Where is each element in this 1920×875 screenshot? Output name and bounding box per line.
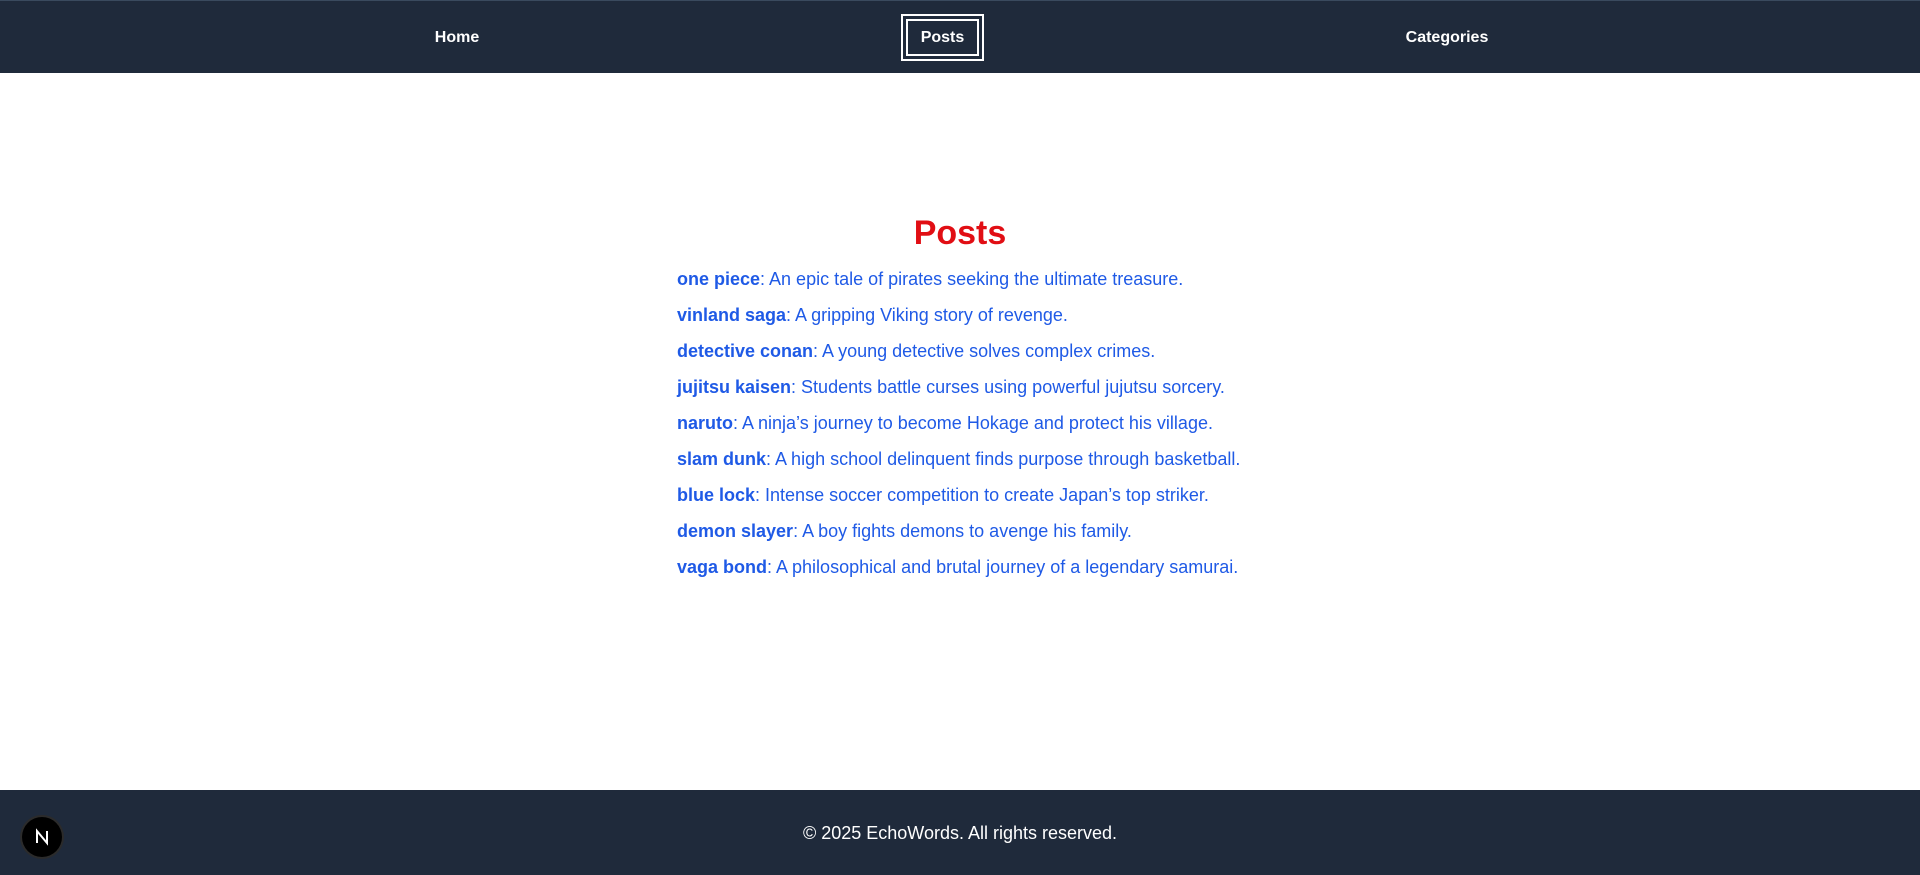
post-item-detective-conan[interactable]: detective conan: A young detective solve… [677, 341, 1240, 377]
page-title: Posts [913, 214, 1007, 252]
post-title: detective conan [677, 341, 814, 361]
copyright-text: © 2025 EchoWords. All rights reserved. [802, 823, 1118, 843]
post-item-one-piece[interactable]: one piece: An epic tale of pirates seeki… [677, 269, 1240, 305]
post-description: : A gripping Viking story of revenge. [786, 305, 1068, 325]
post-description: : A high school delinquent finds purpose… [766, 449, 1241, 469]
post-description: : An epic tale of pirates seeking the ul… [760, 269, 1184, 289]
post-title: demon slayer [677, 521, 794, 541]
nav-categories-link[interactable]: Categories [1398, 1, 1496, 74]
post-description: : A ninja’s journey to become Hokage and… [733, 413, 1213, 433]
post-item-vaga-bond[interactable]: vaga bond: A philosophical and brutal jo… [677, 557, 1240, 593]
post-item-naruto[interactable]: naruto: A ninja’s journey to become Hoka… [677, 413, 1240, 449]
post-title: vinland saga [677, 305, 787, 325]
top-navbar: Home Posts Categories [0, 0, 1920, 73]
post-item-demon-slayer[interactable]: demon slayer: A boy fights demons to ave… [677, 521, 1240, 557]
nav-posts-label: Posts [906, 19, 979, 56]
post-list: one piece: An epic tale of pirates seeki… [677, 269, 1240, 593]
post-item-vinland-saga[interactable]: vinland saga: A gripping Viking story of… [677, 305, 1240, 341]
nav-home-link[interactable]: Home [420, 1, 494, 74]
post-title: slam dunk [677, 449, 767, 469]
nav-posts-link[interactable]: Posts [901, 14, 984, 61]
post-item-blue-lock[interactable]: blue lock: Intense soccer competition to… [677, 485, 1240, 521]
post-title: blue lock [677, 485, 756, 505]
post-description: : A young detective solves complex crime… [813, 341, 1156, 361]
post-title: naruto [677, 413, 733, 433]
post-description: : Students battle curses using powerful … [791, 377, 1225, 397]
post-item-jujitsu-kaisen[interactable]: jujitsu kaisen: Students battle curses u… [677, 377, 1240, 413]
post-description: : Intense soccer competition to create J… [755, 485, 1209, 505]
post-item-slam-dunk[interactable]: slam dunk: A high school delinquent find… [677, 449, 1240, 485]
post-description: : A boy fights demons to avenge his fami… [793, 521, 1132, 541]
site-footer: © 2025 EchoWords. All rights reserved. [0, 790, 1920, 875]
post-title: vaga bond [677, 557, 768, 577]
post-description: : A philosophical and brutal journey of … [767, 557, 1239, 577]
main-content: Posts one piece: An epic tale of pirates… [0, 73, 1920, 790]
post-title: jujitsu kaisen [677, 377, 792, 397]
post-title: one piece [677, 269, 761, 289]
